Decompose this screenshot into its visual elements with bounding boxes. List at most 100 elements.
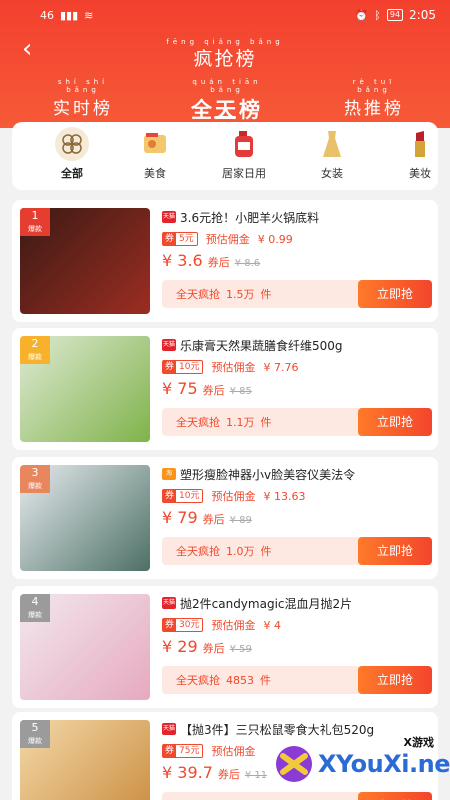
buy-button[interactable]: 立即抢: [358, 408, 432, 436]
tab-hot[interactable]: rè tuī bǎng 热推榜: [334, 78, 414, 119]
category-label: 全部: [61, 167, 83, 180]
product-image[interactable]: 5 爆款: [20, 720, 150, 800]
sold-unit: 件: [260, 674, 271, 687]
coupon-badge: 券 10元: [162, 360, 204, 374]
buy-button[interactable]: 立即抢: [358, 666, 432, 694]
original-price: ¥ 8.6: [234, 258, 261, 269]
product-card[interactable]: 2 爆款 天猫 乐康膏天然果蔬膳食纤维500g 券 10元 预估佣金 ¥ 7.7…: [12, 328, 438, 450]
sold-label: 全天疯抢: [176, 416, 220, 429]
coupon-value: 30元: [179, 620, 200, 630]
header: 46 ▮▮▮ ≋ ⏰ ᛒ 94 2:05 ‹ fēng qiǎng bǎng 疯…: [0, 0, 450, 128]
category-bar: 全部 美食 居家日用 女装 美妆: [12, 122, 438, 190]
category-beauty[interactable]: 美妆: [390, 127, 438, 181]
commission-value: ¥ 4: [263, 618, 281, 632]
page-title-text: 疯抢榜: [193, 48, 257, 70]
product-title[interactable]: 天猫 抛2件candymagic混血月抛2片: [162, 594, 432, 612]
commission-label: 预估佣金: [211, 619, 256, 632]
original-price: ¥ 11: [244, 770, 268, 781]
product-title-text: 抛2件candymagic混血月抛2片: [180, 596, 353, 611]
watermark-text: XYouXi.net: [318, 750, 450, 778]
rank-number: 2: [31, 337, 39, 350]
product-info: 天猫 乐康膏天然果蔬膳食纤维500g 券 10元 预估佣金 ¥ 7.76 ¥ 7…: [162, 336, 432, 436]
sold-unit: 件: [260, 416, 272, 429]
coupon-badge: 券 5元: [162, 232, 198, 246]
rank-badge: 4 爆款: [20, 594, 50, 622]
hot-label: 爆款: [28, 353, 42, 361]
product-title[interactable]: 天猫 乐康膏天然果蔬膳食纤维500g: [162, 336, 432, 354]
after-coupon-label: 券后: [207, 256, 230, 269]
coupon-value: 75元: [179, 746, 200, 756]
rank-badge: 1 爆款: [20, 208, 50, 236]
platform-badge: 淘: [162, 468, 176, 480]
category-label: 美妆: [409, 167, 431, 180]
product-info: 天猫 3.6元抢！小肥羊火锅底料 券 5元 预估佣金 ¥ 0.99 ¥ 3.6 …: [162, 208, 432, 308]
rank-badge: 5 爆款: [20, 720, 50, 748]
sold-count: 4853: [226, 673, 254, 687]
active-tab-indicator: [214, 116, 236, 119]
buy-button[interactable]: 立即抢: [358, 280, 432, 308]
sold-count: 1.5万: [226, 288, 255, 301]
product-info: 淘 塑形瘦脸神器小v脸美容仪美法令 券 10元 预估佣金 ¥ 13.63 ¥ 7…: [162, 465, 432, 565]
lipstick-icon: [403, 127, 437, 161]
after-coupon-label: 券后: [202, 384, 225, 397]
sold-unit: 件: [260, 545, 272, 558]
page-title-pinyin: fēng qiǎng bǎng: [166, 38, 284, 46]
product-card[interactable]: 4 爆款 天猫 抛2件candymagic混血月抛2片 券 30元 预估佣金 ¥…: [12, 586, 438, 708]
household-icon: [227, 127, 261, 161]
coupon-value: 5元: [179, 234, 194, 244]
product-image[interactable]: 2 爆款: [20, 336, 150, 442]
coupon-q: 券: [163, 361, 177, 373]
dress-icon: [315, 127, 349, 161]
tab-label: 实时榜: [53, 99, 113, 119]
page-title: fēng qiǎng bǎng 疯抢榜: [0, 38, 450, 71]
product-title-text: 乐康膏天然果蔬膳食纤维500g: [180, 338, 343, 353]
sold-unit: 件: [260, 288, 272, 301]
hot-label: 爆款: [28, 225, 42, 233]
product-title[interactable]: 天猫 3.6元抢！小肥羊火锅底料: [162, 208, 432, 226]
commission-label: 预估佣金: [205, 233, 250, 246]
product-card[interactable]: 1 爆款 天猫 3.6元抢！小肥羊火锅底料 券 5元 预估佣金 ¥ 0.99 ¥…: [12, 200, 438, 322]
product-info: 天猫 抛2件candymagic混血月抛2片 券 30元 预估佣金 ¥ 4 ¥ …: [162, 594, 432, 694]
wifi-icon: ≋: [84, 8, 94, 22]
coupon-q: 券: [163, 233, 177, 245]
product-card[interactable]: 3 爆款 淘 塑形瘦脸神器小v脸美容仪美法令 券 10元 预估佣金 ¥ 13.6…: [12, 457, 438, 579]
sold-count: 1.0万: [226, 545, 255, 558]
food-icon: [138, 127, 172, 161]
category-food[interactable]: 美食: [125, 127, 185, 181]
price: ¥ 75: [162, 379, 198, 398]
hot-label: 爆款: [28, 737, 42, 745]
tab-pinyin: quán tiān bǎng: [192, 78, 262, 94]
platform-badge: 天猫: [162, 339, 176, 351]
product-image[interactable]: 4 爆款: [20, 594, 150, 700]
signal-icon: ▮▮▮: [60, 8, 79, 22]
category-household[interactable]: 居家日用: [214, 127, 274, 181]
sold-label: 全天疯抢: [176, 674, 220, 687]
product-image[interactable]: 3 爆款: [20, 465, 150, 571]
category-label: 美食: [144, 167, 166, 180]
rank-number: 3: [31, 466, 39, 479]
category-all[interactable]: 全部: [42, 127, 102, 181]
product-title-text: 3.6元抢！小肥羊火锅底料: [180, 210, 320, 225]
product-title[interactable]: 淘 塑形瘦脸神器小v脸美容仪美法令: [162, 465, 432, 483]
commission-value: ¥ 7.76: [263, 360, 299, 374]
product-image[interactable]: 1 爆款: [20, 208, 150, 314]
rank-number: 4: [31, 595, 39, 608]
commission-value: ¥ 0.99: [257, 232, 293, 246]
status-bar: 46 ▮▮▮ ≋ ⏰ ᛒ 94 2:05: [0, 0, 450, 30]
coupon-q: 券: [163, 490, 177, 502]
rank-number: 1: [31, 209, 39, 222]
price: ¥ 39.7: [162, 763, 213, 782]
commission-label: 预估佣金: [211, 361, 256, 374]
buy-button[interactable]: 立即抢: [358, 537, 432, 565]
tab-realtime[interactable]: shí shí bǎng 实时榜: [48, 78, 118, 119]
sold-label: 全天疯抢: [176, 545, 220, 558]
bluetooth-icon: ᛒ: [374, 8, 381, 22]
platform-badge: 天猫: [162, 597, 176, 609]
alarm-icon: ⏰: [354, 8, 369, 22]
original-price: ¥ 59: [229, 644, 252, 655]
category-women[interactable]: 女装: [302, 127, 362, 181]
after-coupon-label: 券后: [202, 642, 225, 655]
tab-pinyin: rè tuī bǎng: [352, 78, 396, 94]
price: ¥ 3.6: [162, 251, 203, 270]
after-coupon-label: 券后: [202, 513, 225, 526]
